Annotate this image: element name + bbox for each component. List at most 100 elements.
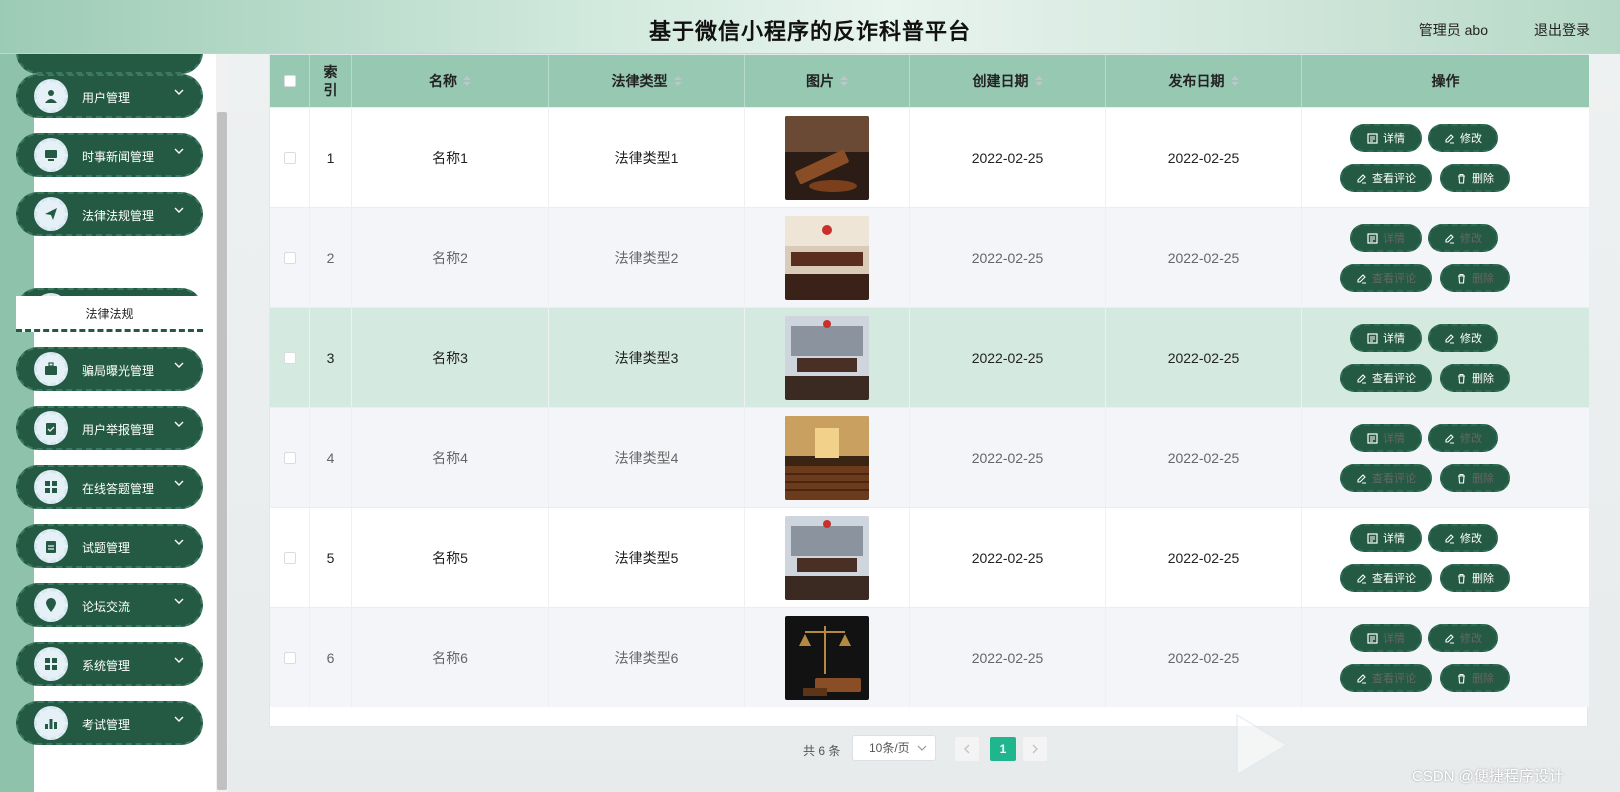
- row-index: 1: [310, 108, 352, 208]
- sidebar-item-8[interactable]: 试题管理: [16, 524, 203, 568]
- trash-icon: [1458, 673, 1465, 684]
- select-all-checkbox[interactable]: [283, 75, 296, 87]
- sort-icon[interactable]: [1034, 76, 1043, 86]
- sidebar-item-1[interactable]: 用户管理: [16, 74, 203, 118]
- thumbnail-image[interactable]: [785, 216, 869, 300]
- sidebar-scrollbar[interactable]: [216, 54, 228, 792]
- page-number-1[interactable]: 1: [990, 737, 1016, 761]
- detail-button[interactable]: 详情: [1350, 224, 1422, 252]
- row-checkbox[interactable]: [283, 452, 296, 464]
- page-size-value: 10条/页: [869, 741, 910, 755]
- logout-link[interactable]: 退出登录: [1534, 20, 1590, 40]
- thumbnail-image[interactable]: [785, 116, 869, 200]
- sidebar-item-11[interactable]: 考试管理: [16, 701, 203, 745]
- view-comments-label: 查看评论: [1372, 473, 1416, 485]
- view-comments-button[interactable]: 查看评论: [1340, 264, 1432, 292]
- row-checkbox-cell: [270, 408, 310, 508]
- document-icon: [1367, 332, 1378, 344]
- sidebar-item-3[interactable]: 法律法规管理: [16, 192, 203, 236]
- next-page-button[interactable]: [1023, 737, 1047, 761]
- view-comments-button[interactable]: 查看评论: [1340, 664, 1432, 692]
- sidebar-item-partial[interactable]: [16, 54, 203, 74]
- sidebar: 用户管理时事新闻管理法律法规管理法律类型管理骗局曝光管理用户举报管理在线答题管理…: [0, 54, 228, 792]
- row-checkbox[interactable]: [283, 652, 296, 664]
- view-comments-button[interactable]: 查看评论: [1340, 464, 1432, 492]
- edit-icon: [1357, 173, 1366, 183]
- row-actions: 详情 修改查看评论 删除: [1302, 508, 1589, 608]
- sidebar-item-5[interactable]: 骗局曝光管理: [16, 347, 203, 391]
- header-image[interactable]: 图片: [745, 55, 910, 107]
- prev-page-button[interactable]: [955, 737, 979, 761]
- edit-label: 修改: [1460, 133, 1482, 145]
- row-image-cell: [745, 608, 910, 708]
- delete-button[interactable]: 删除: [1440, 264, 1510, 292]
- row-created: 2022-02-25: [910, 508, 1106, 608]
- edit-button[interactable]: 修改: [1428, 124, 1498, 152]
- row-image-cell: [745, 108, 910, 208]
- header-created[interactable]: 创建日期: [910, 55, 1106, 107]
- sidebar-item-10[interactable]: 系统管理: [16, 642, 203, 686]
- detail-label: 详情: [1383, 533, 1405, 545]
- chevron-down-icon: [174, 598, 184, 604]
- chevron-down-icon: [174, 421, 184, 427]
- edit-button[interactable]: 修改: [1428, 424, 1498, 452]
- table-row[interactable]: 3 名称3 法律类型3 2022-02-25 2022-02-25 详情 修改 查看评论 删除: [270, 307, 1589, 408]
- header-name[interactable]: 名称: [352, 55, 549, 107]
- table-row[interactable]: 5 名称5 法律类型5 2022-02-25 2022-02-25 详情 修改 查看评论 删除: [270, 507, 1589, 608]
- row-checkbox[interactable]: [283, 352, 296, 364]
- row-checkbox[interactable]: [283, 252, 296, 264]
- sidebar-scrollbar-thumb[interactable]: [217, 112, 227, 790]
- edit-button[interactable]: 修改: [1428, 624, 1498, 652]
- delete-button[interactable]: 删除: [1440, 164, 1510, 192]
- detail-button[interactable]: 详情: [1350, 524, 1422, 552]
- sidebar-item-2[interactable]: 时事新闻管理: [16, 133, 203, 177]
- row-index: 3: [310, 308, 352, 408]
- page-size-select[interactable]: 10条/页: [852, 735, 936, 761]
- delete-button[interactable]: 删除: [1440, 664, 1510, 692]
- detail-button[interactable]: 详情: [1350, 324, 1422, 352]
- delete-button[interactable]: 删除: [1440, 564, 1510, 592]
- grid-icon: [34, 647, 68, 681]
- sidebar-item-6[interactable]: 用户举报管理: [16, 406, 203, 450]
- table-row[interactable]: 6 名称6 法律类型6 2022-02-25 2022-02-25 详情 修改 查看评论 删除: [270, 607, 1589, 708]
- view-comments-button[interactable]: 查看评论: [1340, 164, 1432, 192]
- location-icon: [34, 588, 68, 622]
- edit-button[interactable]: 修改: [1428, 224, 1498, 252]
- briefcase-icon: [34, 352, 68, 386]
- header-published[interactable]: 发布日期: [1106, 55, 1302, 107]
- detail-button[interactable]: 详情: [1350, 424, 1422, 452]
- delete-button[interactable]: 删除: [1440, 364, 1510, 392]
- thumbnail-image[interactable]: [785, 616, 869, 700]
- thumbnail-image[interactable]: [785, 416, 869, 500]
- sort-icon[interactable]: [463, 76, 471, 86]
- sidebar-item-7[interactable]: 在线答题管理: [16, 465, 203, 509]
- table-row[interactable]: 1 名称1 法律类型1 2022-02-25 2022-02-25 详情 修改 查看评论 删除: [270, 107, 1589, 208]
- sort-icon[interactable]: [673, 76, 682, 86]
- view-comments-button[interactable]: 查看评论: [1340, 564, 1432, 592]
- header-type[interactable]: 法律类型: [549, 55, 745, 107]
- delete-button[interactable]: 删除: [1440, 464, 1510, 492]
- sidebar-subitem-laws[interactable]: 法律法规: [16, 296, 203, 332]
- row-index: 4: [310, 408, 352, 508]
- sidebar-item-label: 用户举报管理: [82, 423, 155, 437]
- row-checkbox[interactable]: [283, 552, 296, 564]
- trash-icon: [1458, 173, 1465, 184]
- edit-button[interactable]: 修改: [1428, 324, 1498, 352]
- sort-icon[interactable]: [840, 76, 848, 86]
- detail-button[interactable]: 详情: [1350, 124, 1422, 152]
- view-comments-button[interactable]: 查看评论: [1340, 364, 1432, 392]
- header-checkbox-cell: [270, 55, 310, 107]
- table-row[interactable]: 4 名称4 法律类型4 2022-02-25 2022-02-25 详情 修改 查看评论 删除: [270, 407, 1589, 508]
- sort-icon[interactable]: [1230, 76, 1239, 86]
- thumbnail-image[interactable]: [785, 516, 869, 600]
- table-row[interactable]: 2 名称2 法律类型2 2022-02-25 2022-02-25 详情 修改 查看评论 删除: [270, 207, 1589, 308]
- chevron-down-icon: [174, 657, 184, 663]
- sidebar-item-9[interactable]: 论坛交流: [16, 583, 203, 627]
- detail-button[interactable]: 详情: [1350, 624, 1422, 652]
- row-name: 名称4: [352, 408, 549, 508]
- row-name: 名称2: [352, 208, 549, 308]
- row-actions: 详情 修改查看评论 删除: [1302, 208, 1589, 308]
- edit-button[interactable]: 修改: [1428, 524, 1498, 552]
- thumbnail-image[interactable]: [785, 316, 869, 400]
- row-checkbox[interactable]: [283, 152, 296, 164]
